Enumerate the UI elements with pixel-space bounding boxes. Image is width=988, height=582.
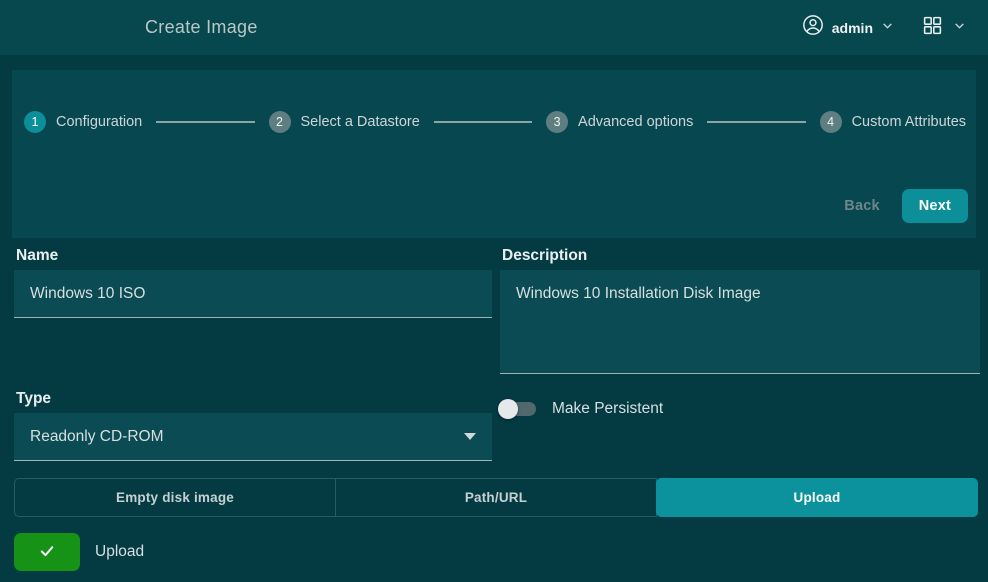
step-label: Custom Attributes — [852, 114, 966, 130]
user-menu[interactable]: admin — [802, 14, 894, 41]
name-field-label: Name — [16, 247, 58, 265]
step-connector — [707, 121, 805, 123]
step-connector — [156, 121, 254, 123]
make-persistent-toggle[interactable]: Make Persistent — [500, 395, 663, 423]
user-circle-icon — [802, 14, 824, 41]
step-number-badge: 1 — [24, 111, 46, 133]
upload-file-button[interactable] — [14, 533, 80, 571]
description-field-label: Description — [502, 247, 587, 265]
dropdown-arrow-icon — [464, 433, 476, 440]
create-image-page: Create Image admin — [0, 0, 988, 582]
image-source-tabs: Empty disk image Path/URL Upload — [14, 478, 978, 517]
wizard-card: 1 Configuration 2 Select a Datastore 3 A… — [12, 70, 976, 238]
back-button[interactable]: Back — [844, 198, 879, 214]
toggle-thumb — [498, 399, 518, 419]
step-connector — [434, 121, 532, 123]
step-label: Configuration — [56, 114, 142, 130]
step-label: Select a Datastore — [301, 114, 420, 130]
type-field-label: Type — [16, 390, 51, 408]
name-input[interactable] — [14, 270, 492, 318]
make-persistent-label: Make Persistent — [552, 400, 663, 418]
step-advanced-options[interactable]: 3 Advanced options — [546, 111, 693, 133]
step-number-badge: 2 — [269, 111, 291, 133]
tab-upload[interactable]: Upload — [656, 478, 978, 517]
check-icon — [38, 542, 56, 563]
toggle-track — [502, 402, 536, 416]
step-number-badge: 3 — [546, 111, 568, 133]
username-label: admin — [832, 20, 873, 36]
type-select-value: Readonly CD-ROM — [30, 428, 464, 446]
step-configuration[interactable]: 1 Configuration — [24, 111, 142, 133]
tab-path-url[interactable]: Path/URL — [335, 478, 657, 517]
page-title: Create Image — [145, 17, 258, 38]
step-custom-attributes[interactable]: 4 Custom Attributes — [820, 111, 966, 133]
wizard-stepper: 1 Configuration 2 Select a Datastore 3 A… — [24, 110, 966, 134]
description-textarea[interactable]: Windows 10 Installation Disk Image — [500, 270, 980, 374]
header-actions: admin — [802, 0, 966, 55]
chevron-down-icon — [953, 19, 966, 37]
step-number-badge: 4 — [820, 111, 842, 133]
step-select-datastore[interactable]: 2 Select a Datastore — [269, 111, 420, 133]
apps-grid-icon — [922, 15, 943, 41]
step-label: Advanced options — [578, 114, 693, 130]
top-header-bar: Create Image admin — [0, 0, 988, 55]
type-select[interactable]: Readonly CD-ROM — [14, 413, 492, 461]
next-button[interactable]: Next — [902, 189, 968, 223]
apps-menu[interactable] — [922, 15, 966, 41]
chevron-down-icon — [881, 19, 894, 37]
tab-empty-disk-image[interactable]: Empty disk image — [14, 478, 336, 517]
upload-button-label: Upload — [95, 543, 144, 561]
wizard-actions: Back Next — [844, 189, 968, 223]
